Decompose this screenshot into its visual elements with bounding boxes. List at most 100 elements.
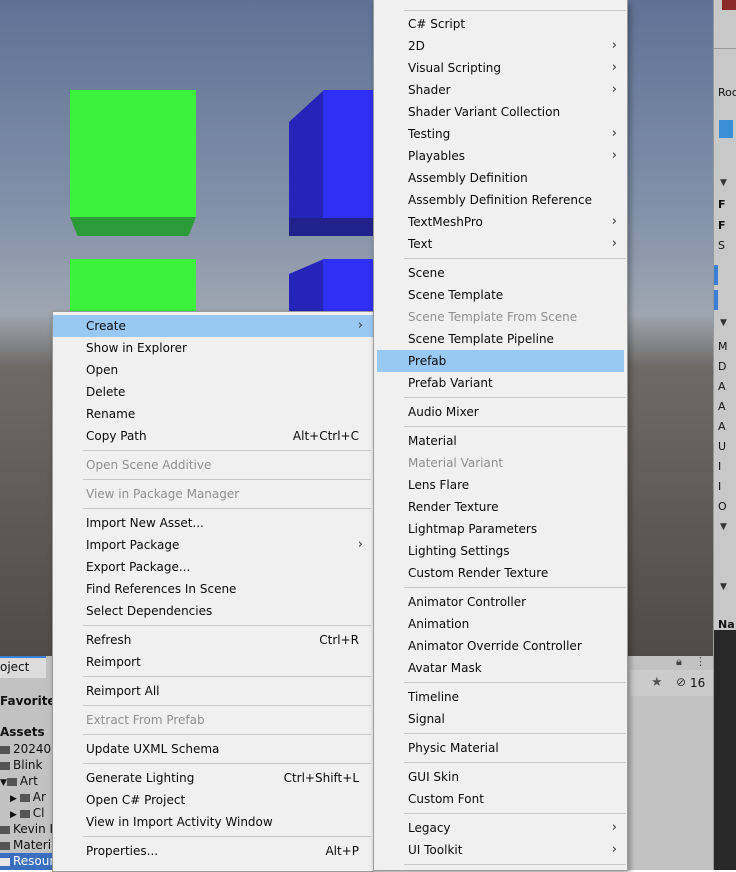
folder-label: Ar: [32, 790, 46, 804]
menu-item-animation[interactable]: Animation: [374, 613, 627, 635]
menu-item-find-references[interactable]: Find References In Scene: [53, 578, 373, 600]
folder-item[interactable]: Materi: [0, 838, 51, 852]
inspector-field-label: A: [718, 400, 726, 413]
menu-item-testing[interactable]: Testing ›: [374, 123, 627, 145]
folder-label: 20240: [13, 742, 52, 756]
folder-item[interactable]: 20240: [0, 742, 51, 756]
menu-item-extract-from-prefab: Extract From Prefab: [86, 713, 205, 727]
menu-item-assembly-definition[interactable]: Assembly Definition: [374, 167, 627, 189]
hidden-eye-icon[interactable]: ⊘: [676, 675, 686, 689]
more-options-icon[interactable]: ⋮: [695, 655, 706, 668]
inspector-field-label: I: [718, 480, 722, 493]
inspector-field-label: F: [718, 198, 726, 211]
menu-item-select-dependencies[interactable]: Select Dependencies: [53, 600, 373, 622]
blue-cube-top-base: [289, 218, 375, 236]
menu-item-animator-override-controller[interactable]: Animator Override Controller: [374, 635, 627, 657]
menu-item-scene-template-pipeline[interactable]: Scene Template Pipeline: [374, 328, 627, 350]
menu-item-open-scene-additive: Open Scene Additive: [86, 458, 212, 472]
menu-item-update-uxml-schema[interactable]: Update UXML Schema: [53, 738, 373, 760]
menu-item-timeline[interactable]: Timeline: [374, 686, 627, 708]
blue-cube-bottom-side: [289, 259, 324, 319]
menu-item-properties[interactable]: Properties... Alt+P: [53, 840, 373, 862]
menu-item-custom-font[interactable]: Custom Font: [374, 788, 627, 810]
inspector-dark-area: [714, 630, 736, 870]
submenu-arrow-icon: ›: [357, 318, 363, 333]
folder-item[interactable]: ▶ Cl: [10, 806, 45, 820]
inspector-field-label: M: [718, 340, 728, 353]
blue-cube-top-front: [323, 90, 375, 218]
menu-item-custom-render-texture[interactable]: Custom Render Texture: [374, 562, 627, 584]
expand-arrow-icon[interactable]: ▼: [0, 778, 7, 788]
menu-item-shader-variant-collection[interactable]: Shader Variant Collection: [374, 101, 627, 123]
folder-item[interactable]: ▶ Ar: [10, 790, 46, 804]
menu-item-render-texture[interactable]: Render Texture: [374, 496, 627, 518]
menu-item-assembly-definition-reference[interactable]: Assembly Definition Reference: [374, 189, 627, 211]
menu-item-2d[interactable]: 2D ›: [374, 35, 627, 57]
menu-item-prefab-variant[interactable]: Prefab Variant: [374, 372, 627, 394]
menu-item-textmeshpro[interactable]: TextMeshPro ›: [374, 211, 627, 233]
menu-item-lens-flare[interactable]: Lens Flare: [374, 474, 627, 496]
menu-item-audio-mixer[interactable]: Audio Mixer: [374, 401, 627, 423]
menu-separator: [404, 733, 626, 734]
menu-item-generate-lighting[interactable]: Generate Lighting Ctrl+Shift+L: [53, 767, 373, 789]
expand-arrow-icon[interactable]: ▶: [10, 794, 20, 804]
menu-item-create[interactable]: Create ›: [53, 315, 373, 337]
green-cube-top: [70, 90, 196, 217]
inspector-field-label: I: [718, 460, 722, 473]
submenu-arrow-icon: ›: [357, 537, 363, 552]
menu-item-shader[interactable]: Shader ›: [374, 79, 627, 101]
menu-item-avatar-mask[interactable]: Avatar Mask: [374, 657, 627, 679]
expand-arrow-icon[interactable]: ▶: [10, 810, 20, 820]
menu-item-legacy[interactable]: Legacy ›: [374, 817, 627, 839]
menu-item-signal[interactable]: Signal: [374, 708, 627, 730]
folder-icon: [0, 825, 10, 834]
menu-item-lighting-settings[interactable]: Lighting Settings: [374, 540, 627, 562]
folder-item[interactable]: Kevin I: [0, 822, 53, 836]
tab-project[interactable]: oject: [0, 656, 46, 678]
foldout-triangle-icon[interactable]: ▼: [720, 582, 727, 592]
foldout-triangle-icon[interactable]: ▼: [720, 522, 727, 532]
menu-item-prefab[interactable]: Prefab: [377, 350, 624, 372]
menu-item-reimport-all[interactable]: Reimport All: [53, 680, 373, 702]
menu-item-show-in-explorer[interactable]: Show in Explorer: [53, 337, 373, 359]
folder-label: Kevin I: [13, 822, 54, 836]
menu-item-visual-scripting[interactable]: Visual Scripting ›: [374, 57, 627, 79]
folder-item[interactable]: Blink: [0, 758, 42, 772]
menu-item-copy-path[interactable]: Copy Path Alt+Ctrl+C: [53, 425, 373, 447]
folder-item[interactable]: ▼ Art: [0, 774, 38, 788]
menu-item-view-in-package-manager: View in Package Manager: [86, 487, 240, 501]
foldout-triangle-icon[interactable]: ▼: [720, 318, 727, 328]
inspector-field-label: U: [718, 440, 727, 453]
star-icon[interactable]: ★: [651, 675, 663, 690]
menu-item-import-new-asset[interactable]: Import New Asset...: [53, 512, 373, 534]
menu-item-export-package[interactable]: Export Package...: [53, 556, 373, 578]
menu-item-csharp-script[interactable]: C# Script: [374, 13, 627, 35]
menu-item-material[interactable]: Material: [374, 430, 627, 452]
menu-item-open[interactable]: Open: [53, 359, 373, 381]
menu-item-scene[interactable]: Scene: [374, 262, 627, 284]
menu-item-lightmap-parameters[interactable]: Lightmap Parameters: [374, 518, 627, 540]
menu-separator: [404, 258, 626, 259]
menu-item-ui-toolkit[interactable]: UI Toolkit ›: [374, 839, 627, 861]
menu-item-open-csharp-project[interactable]: Open C# Project: [53, 789, 373, 811]
menu-item-refresh[interactable]: Refresh Ctrl+R: [53, 629, 373, 651]
menu-item-delete[interactable]: Delete: [53, 381, 373, 403]
menu-item-view-import-activity[interactable]: View in Import Activity Window: [53, 811, 373, 833]
menu-item-gui-skin[interactable]: GUI Skin: [374, 766, 627, 788]
menu-separator: [83, 508, 371, 509]
menu-item-animator-controller[interactable]: Animator Controller: [374, 591, 627, 613]
menu-separator: [83, 450, 371, 451]
menu-item-playables[interactable]: Playables ›: [374, 145, 627, 167]
menu-item-reimport[interactable]: Reimport: [53, 651, 373, 673]
lock-icon[interactable]: 🔒︎: [676, 655, 682, 669]
menu-item-import-package[interactable]: Import Package ›: [53, 534, 373, 556]
foldout-triangle-icon[interactable]: ▼: [720, 178, 727, 188]
record-indicator: [722, 0, 736, 10]
menu-item-scene-template[interactable]: Scene Template: [374, 284, 627, 306]
submenu-arrow-icon: ›: [611, 38, 617, 53]
menu-item-rename[interactable]: Rename: [53, 403, 373, 425]
menu-item-text[interactable]: Text ›: [374, 233, 627, 255]
menu-separator: [404, 426, 626, 427]
menu-item-physic-material[interactable]: Physic Material: [374, 737, 627, 759]
assets-header[interactable]: Assets: [0, 725, 45, 739]
